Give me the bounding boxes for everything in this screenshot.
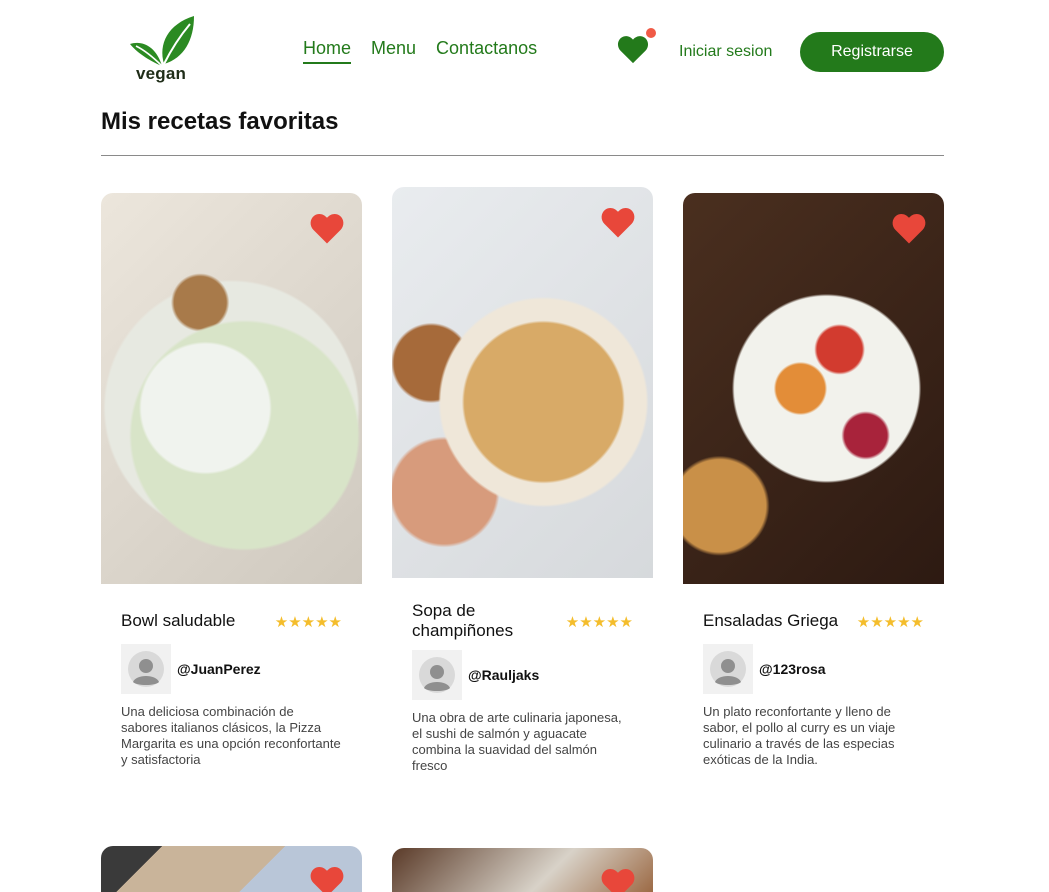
user-avatar-icon — [419, 657, 455, 693]
logo-text: vegan — [136, 64, 187, 83]
recipe-author: @123rosa — [703, 644, 826, 694]
recipe-photo — [683, 193, 944, 584]
recipe-title: Ensaladas Griega — [703, 611, 839, 630]
rating-stars: ★★★★★ — [856, 614, 924, 631]
rating-stars: ★★★★★ — [274, 614, 342, 631]
recipe-card[interactable]: Sopa de champiñones ★★★★★ @Rauljaks Una … — [392, 187, 653, 787]
user-avatar-icon — [128, 651, 164, 687]
favorite-heart-icon[interactable] — [308, 864, 346, 892]
recipe-description: Una deliciosa combinación de sabores ita… — [121, 704, 341, 767]
notification-dot — [646, 28, 656, 38]
avatar — [703, 644, 753, 694]
login-link[interactable]: Iniciar sesion — [679, 43, 772, 61]
favorite-heart-icon[interactable] — [308, 211, 346, 245]
recipe-photo — [392, 848, 653, 892]
recipe-card[interactable] — [392, 848, 653, 892]
author-handle[interactable]: @123rosa — [759, 661, 826, 677]
recipe-photo — [101, 846, 362, 892]
nav-home[interactable]: Home — [303, 38, 352, 64]
avatar — [121, 644, 171, 694]
main-nav: Home Menu Contactanos — [303, 38, 537, 64]
food-image — [392, 187, 653, 578]
food-image — [683, 193, 944, 584]
recipe-description: Una obra de arte culinaria japonesa, el … — [412, 710, 622, 773]
page-title: Mis recetas favoritas — [101, 108, 339, 135]
avatar — [412, 650, 462, 700]
recipe-author: @JuanPerez — [121, 644, 261, 694]
recipe-photo — [392, 187, 653, 578]
user-avatar-icon — [710, 651, 746, 687]
recipe-title: Sopa de champiñones — [412, 601, 514, 640]
recipe-title: Bowl saludable — [121, 611, 236, 630]
nav-menu[interactable]: Menu — [371, 38, 416, 64]
recipe-description: Un plato reconfortante y lleno de sabor,… — [703, 704, 896, 767]
favorite-heart-icon[interactable] — [890, 211, 928, 245]
recipe-author: @Rauljaks — [412, 650, 539, 700]
recipe-card[interactable]: Bowl saludable ★★★★★ @JuanPerez Una deli… — [101, 193, 362, 793]
divider — [101, 155, 944, 156]
recipe-card[interactable]: Ensaladas Griega ★★★★★ @123rosa Un plato… — [683, 193, 944, 793]
food-image — [101, 193, 362, 584]
recipe-card[interactable] — [101, 846, 362, 892]
rating-stars: ★★★★★ — [565, 614, 633, 631]
nav-contact[interactable]: Contactanos — [436, 38, 537, 64]
favorite-heart-icon[interactable] — [599, 866, 637, 892]
favorites-heart-icon[interactable] — [616, 33, 650, 65]
author-handle[interactable]: @Rauljaks — [468, 667, 539, 683]
recipe-photo — [101, 193, 362, 584]
register-button[interactable]: Registrarse — [800, 32, 944, 72]
favorite-heart-icon[interactable] — [599, 205, 637, 239]
leaf-icon — [130, 16, 194, 67]
logo[interactable]: vegan — [124, 14, 200, 86]
author-handle[interactable]: @JuanPerez — [177, 661, 261, 677]
